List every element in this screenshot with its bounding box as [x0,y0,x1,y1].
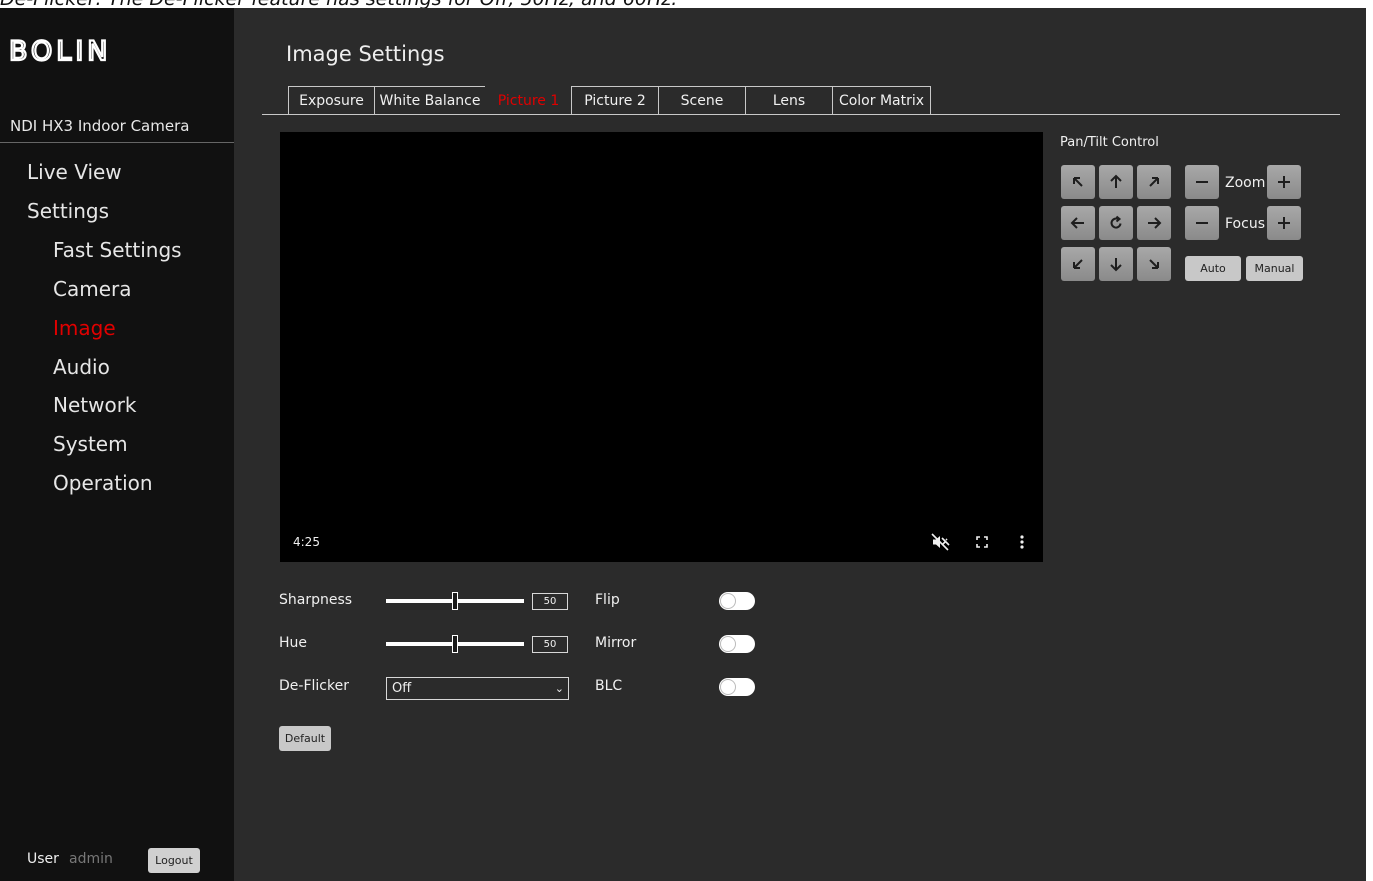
nav-network[interactable]: Network [53,393,137,417]
nav-camera[interactable]: Camera [53,277,132,301]
mirror-toggle[interactable] [719,635,755,653]
tilt-up-button[interactable] [1099,165,1133,199]
tab-white-balance[interactable]: White Balance [374,86,486,115]
pan-tilt-title: Pan/Tilt Control [1060,135,1159,150]
slider-thumb[interactable] [452,592,458,610]
tab-picture-2[interactable]: Picture 2 [571,86,659,115]
image-settings-tabs: Exposure White Balance Picture 1 Picture… [288,86,931,115]
arrow-down-right-icon [1149,259,1159,269]
focus-manual-button[interactable]: Manual [1246,256,1303,281]
user-label: User [27,851,59,867]
caption-text: De-Flicker: The De-Flicker feature has s… [0,0,1373,8]
arrow-right-icon [1148,217,1162,229]
deflicker-label: De-Flicker [279,678,349,694]
page-title: Image Settings [286,42,445,66]
deflicker-selected-value: Off [392,681,412,696]
bolin-logo: BOLIN [8,35,112,68]
sharpness-value[interactable]: 50 [532,593,568,610]
focus-auto-button[interactable]: Auto [1185,256,1241,281]
arrow-left-icon [1070,217,1084,229]
device-name: NDI HX3 Indoor Camera [10,117,190,135]
tab-color-matrix[interactable]: Color Matrix [832,86,931,115]
hue-value[interactable]: 50 [532,636,568,653]
sharpness-slider[interactable] [386,592,524,610]
plus-icon [1278,217,1290,229]
tab-underline [262,114,1340,115]
slider-thumb[interactable] [452,635,458,653]
logout-button[interactable]: Logout [148,848,200,873]
minus-icon [1196,222,1208,224]
video-player[interactable]: 4:25 [280,132,1043,562]
arrow-up-right-icon [1149,177,1159,187]
hue-label: Hue [279,635,308,651]
flip-label: Flip [595,592,620,608]
zoom-label: Zoom [1225,175,1266,191]
plus-icon [1278,176,1290,188]
flip-toggle[interactable] [719,592,755,610]
sharpness-label: Sharpness [279,592,353,608]
deflicker-select[interactable]: Off ⌄ [386,677,569,700]
pan-left-button[interactable] [1061,206,1095,240]
blc-label: BLC [595,678,623,694]
refresh-icon [1110,215,1122,229]
tab-exposure[interactable]: Exposure [288,86,375,115]
tab-picture-1[interactable]: Picture 1 [485,86,572,115]
muted-speaker-icon[interactable] [930,532,950,552]
user-name: admin [69,851,113,867]
nav-fast-settings[interactable]: Fast Settings [53,238,182,262]
pan-right-button[interactable] [1137,206,1171,240]
more-options-icon[interactable] [1012,532,1032,552]
mirror-label: Mirror [595,635,637,651]
sidebar: BOLIN NDI HX3 Indoor Camera Live View Se… [0,8,234,881]
svg-text:BOLIN: BOLIN [9,36,112,67]
nav-live-view[interactable]: Live View [27,160,122,184]
nav-audio[interactable]: Audio [53,355,110,379]
pan-up-right-button[interactable] [1137,165,1171,199]
hue-slider[interactable] [386,635,524,653]
app-frame: BOLIN NDI HX3 Indoor Camera Live View Se… [0,8,1366,881]
pan-up-left-button[interactable] [1061,165,1095,199]
nav-image[interactable]: Image [53,316,116,340]
arrow-up-icon [1110,174,1122,188]
focus-label: Focus [1225,216,1265,232]
blc-toggle[interactable] [719,678,755,696]
arrow-up-left-icon [1073,177,1083,187]
zoom-out-button[interactable] [1185,165,1219,199]
toggle-knob [720,593,736,609]
sidebar-divider [0,142,234,143]
toggle-knob [720,679,736,695]
nav-system[interactable]: System [53,432,128,456]
nav-operation[interactable]: Operation [53,471,153,495]
home-reset-button[interactable] [1099,206,1133,240]
focus-far-button[interactable] [1267,206,1301,240]
toggle-knob [720,636,736,652]
tilt-down-button[interactable] [1099,247,1133,281]
zoom-in-button[interactable] [1267,165,1301,199]
pan-down-left-button[interactable] [1061,247,1095,281]
tab-scene[interactable]: Scene [658,86,746,115]
nav-settings[interactable]: Settings [27,199,109,223]
fullscreen-icon[interactable] [972,532,992,552]
video-time: 4:25 [293,535,320,549]
minus-icon [1196,181,1208,183]
focus-near-button[interactable] [1185,206,1219,240]
tab-lens[interactable]: Lens [745,86,833,115]
arrow-down-icon [1110,258,1122,272]
pan-down-right-button[interactable] [1137,247,1171,281]
default-button[interactable]: Default [279,726,331,751]
chevron-down-icon: ⌄ [554,682,564,695]
arrow-down-left-icon [1073,259,1083,269]
